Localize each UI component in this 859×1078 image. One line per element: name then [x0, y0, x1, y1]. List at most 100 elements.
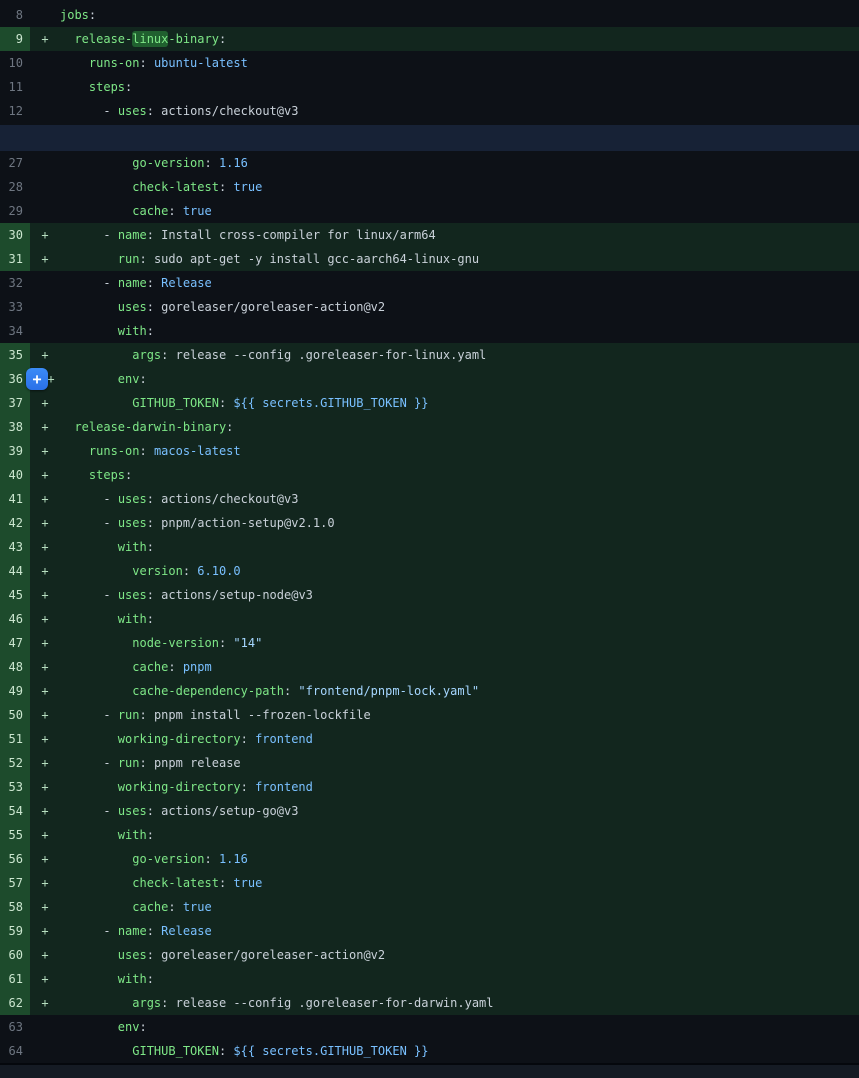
- diff-line-context: 11 steps:: [0, 75, 859, 99]
- line-number[interactable]: 9: [0, 27, 30, 51]
- line-number[interactable]: 32: [0, 271, 30, 295]
- line-number[interactable]: 64: [0, 1039, 30, 1063]
- diff-line-context: 10 runs-on: ubuntu-latest: [0, 51, 859, 75]
- diff-add-marker: +: [30, 439, 60, 463]
- line-number[interactable]: 40: [0, 463, 30, 487]
- diff-line-added: 31+ run: sudo apt-get -y install gcc-aar…: [0, 247, 859, 271]
- line-number[interactable]: 48: [0, 655, 30, 679]
- diff-line-added: 41+ - uses: actions/checkout@v3: [0, 487, 859, 511]
- line-number[interactable]: 55: [0, 823, 30, 847]
- diff-line-added: 42+ - uses: pnpm/action-setup@v2.1.0: [0, 511, 859, 535]
- line-number[interactable]: 41: [0, 487, 30, 511]
- diff-line-added: 36+ env:+: [0, 367, 859, 391]
- line-number[interactable]: 47: [0, 631, 30, 655]
- code-text: runs-on: ubuntu-latest: [60, 51, 859, 75]
- diff-add-marker: +: [30, 895, 60, 919]
- add-comment-button[interactable]: +: [26, 368, 48, 390]
- diff-line-added: 38+ release-darwin-binary:: [0, 415, 859, 439]
- diff-add-marker: +: [30, 967, 60, 991]
- code-text: with:: [60, 967, 859, 991]
- code-text: uses: goreleaser/goreleaser-action@v2: [60, 295, 859, 319]
- diff-line-context: 8jobs:: [0, 3, 859, 27]
- code-text: uses: goreleaser/goreleaser-action@v2: [60, 943, 859, 967]
- diff-add-marker: [30, 1015, 60, 1039]
- code-text: with:: [60, 535, 859, 559]
- diff-line-added: 57+ check-latest: true: [0, 871, 859, 895]
- code-text: - uses: actions/setup-node@v3: [60, 583, 859, 607]
- line-number[interactable]: 45: [0, 583, 30, 607]
- line-number[interactable]: 42: [0, 511, 30, 535]
- line-number[interactable]: 63: [0, 1015, 30, 1039]
- line-number[interactable]: 58: [0, 895, 30, 919]
- line-number[interactable]: 8: [0, 3, 30, 27]
- expand-hidden-lines-row[interactable]: [0, 125, 859, 151]
- diff-add-marker: +: [30, 535, 60, 559]
- diff-add-marker: [30, 271, 60, 295]
- diff-add-marker: +: [30, 559, 60, 583]
- diff-line-added: 54+ - uses: actions/setup-go@v3: [0, 799, 859, 823]
- line-number[interactable]: 11: [0, 75, 30, 99]
- diff-add-marker: +: [30, 847, 60, 871]
- diff-add-marker: [30, 99, 60, 123]
- code-text: release-linux-binary:: [60, 27, 859, 51]
- line-number[interactable]: 59: [0, 919, 30, 943]
- line-number[interactable]: 50: [0, 703, 30, 727]
- line-number[interactable]: 62: [0, 991, 30, 1015]
- diff-view: 8jobs:9+ release-linux-binary:10 runs-on…: [0, 0, 859, 1063]
- diff-add-marker: +: [30, 919, 60, 943]
- line-number[interactable]: 38: [0, 415, 30, 439]
- line-number[interactable]: 53: [0, 775, 30, 799]
- code-text: - name: Install cross-compiler for linux…: [60, 223, 859, 247]
- line-number[interactable]: 37: [0, 391, 30, 415]
- diff-add-marker: +: [30, 751, 60, 775]
- code-text: - uses: actions/checkout@v3: [60, 487, 859, 511]
- diff-line-added: 44+ version: 6.10.0: [0, 559, 859, 583]
- code-text: cache: pnpm: [60, 655, 859, 679]
- diff-line-added: 40+ steps:: [0, 463, 859, 487]
- line-number[interactable]: 54: [0, 799, 30, 823]
- diff-add-marker: +: [30, 391, 60, 415]
- diff-add-marker: [30, 151, 60, 175]
- line-number[interactable]: 44: [0, 559, 30, 583]
- line-number[interactable]: 31: [0, 247, 30, 271]
- line-number[interactable]: 57: [0, 871, 30, 895]
- line-number[interactable]: 10: [0, 51, 30, 75]
- line-number[interactable]: 39: [0, 439, 30, 463]
- line-number[interactable]: 29: [0, 199, 30, 223]
- diff-add-marker: +: [30, 631, 60, 655]
- code-text: - uses: pnpm/action-setup@v2.1.0: [60, 511, 859, 535]
- line-number[interactable]: 46: [0, 607, 30, 631]
- line-number[interactable]: 33: [0, 295, 30, 319]
- code-text: - run: pnpm install --frozen-lockfile: [60, 703, 859, 727]
- line-number[interactable]: 27: [0, 151, 30, 175]
- diff-line-added: 58+ cache: true: [0, 895, 859, 919]
- line-number[interactable]: 30: [0, 223, 30, 247]
- code-text: - name: Release: [60, 919, 859, 943]
- diff-line-added: 62+ args: release --config .goreleaser-f…: [0, 991, 859, 1015]
- code-text: args: release --config .goreleaser-for-d…: [60, 991, 859, 1015]
- diff-add-marker: +: [30, 679, 60, 703]
- line-number[interactable]: 61: [0, 967, 30, 991]
- diff-add-marker: [30, 1039, 60, 1063]
- code-text: check-latest: true: [60, 175, 859, 199]
- code-text: - uses: actions/setup-go@v3: [60, 799, 859, 823]
- diff-line-added: 55+ with:: [0, 823, 859, 847]
- diff-line-added: 61+ with:: [0, 967, 859, 991]
- diff-line-added: 47+ node-version: "14": [0, 631, 859, 655]
- line-number[interactable]: 43: [0, 535, 30, 559]
- line-number[interactable]: 60: [0, 943, 30, 967]
- line-number[interactable]: 52: [0, 751, 30, 775]
- diff-footer-divider: [0, 1063, 859, 1078]
- line-number[interactable]: 12: [0, 99, 30, 123]
- diff-add-marker: +: [30, 799, 60, 823]
- line-number[interactable]: 49: [0, 679, 30, 703]
- line-number[interactable]: 34: [0, 319, 30, 343]
- code-text: go-version: 1.16: [60, 847, 859, 871]
- line-number[interactable]: 56: [0, 847, 30, 871]
- diff-line-added: 48+ cache: pnpm: [0, 655, 859, 679]
- line-number[interactable]: 35: [0, 343, 30, 367]
- code-text: - run: pnpm release: [60, 751, 859, 775]
- line-number[interactable]: 51: [0, 727, 30, 751]
- line-number[interactable]: 28: [0, 175, 30, 199]
- diff-line-added: 59+ - name: Release: [0, 919, 859, 943]
